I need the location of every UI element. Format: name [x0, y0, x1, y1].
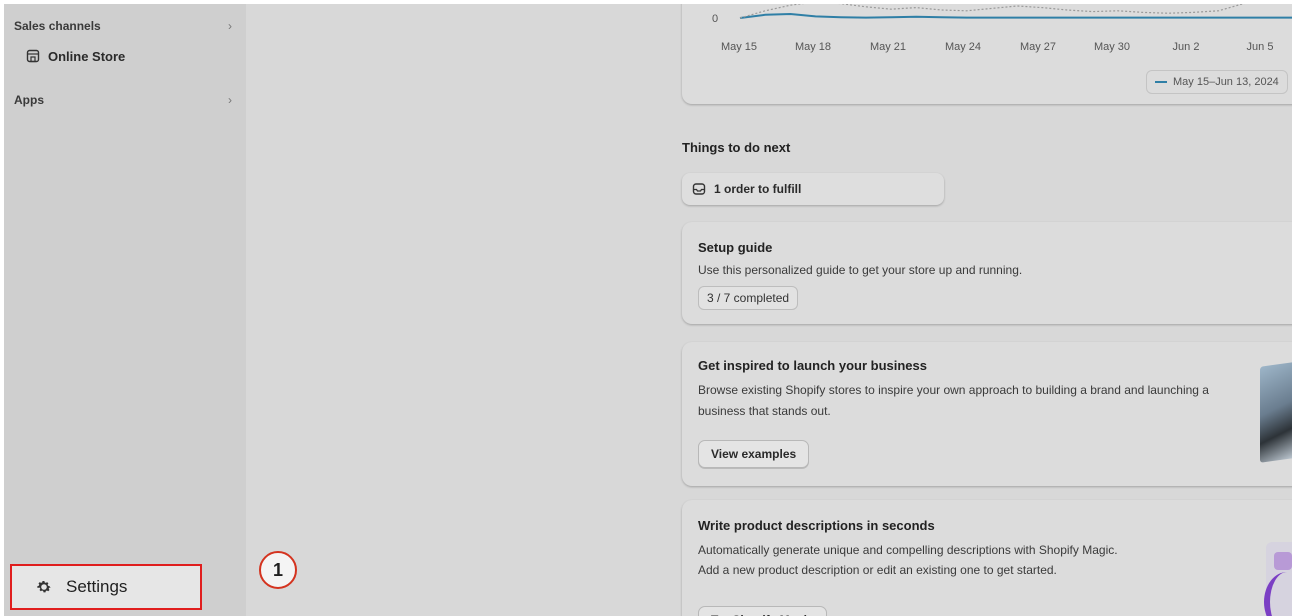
x-tick-label: May 18 — [795, 41, 831, 53]
setup-guide-card[interactable]: Setup guide Use this personalized guide … — [682, 222, 1292, 324]
sales-chart: 0 May 15 May 18 May 21 May 24 May 27 May 30 Jun… — [712, 4, 1292, 53]
things-to-do-title: Things to do next — [682, 140, 791, 155]
shopify-magic-image — [1264, 542, 1292, 616]
gear-icon — [37, 581, 51, 593]
x-tick-label: May 24 — [945, 41, 981, 53]
magic-title: Write product descriptions in seconds — [698, 518, 935, 533]
shopify-magic-card: Write product descriptions in seconds Au… — [682, 500, 1292, 616]
view-examples-button[interactable]: View examples — [698, 440, 810, 468]
setup-guide-description: Use this personalized guide to get your … — [698, 263, 1023, 277]
setup-guide-title: Setup guide — [698, 240, 773, 255]
app-frame: Sales channels › Online Store Apps › Set… — [4, 4, 1292, 616]
setup-progress-badge: 3 / 7 completed — [698, 286, 799, 310]
x-tick-label: May 27 — [1020, 41, 1056, 53]
orders-to-fulfill-button[interactable]: 1 order to fulfill — [682, 173, 944, 205]
x-tick-label: May 15 — [721, 41, 757, 53]
inspire-title: Get inspired to launch your business — [698, 358, 927, 373]
x-tick-label: May 30 — [1094, 41, 1130, 53]
try-shopify-magic-button[interactable]: Try Shopify Magic — [698, 606, 827, 616]
magic-description-line-1: Automatically generate unique and compel… — [698, 543, 1118, 557]
x-tick-label: Jun 2 — [1173, 41, 1200, 53]
step-marker: 1 — [259, 551, 297, 589]
magic-description-line-2: Add a new product description or edit an… — [698, 563, 1057, 577]
settings-button[interactable]: Settings — [10, 564, 202, 610]
x-tick-label: Jun 5 — [1247, 41, 1274, 53]
y-tick-label: 0 — [712, 13, 718, 25]
settings-label: Settings — [66, 577, 128, 596]
inspire-description: Browse existing Shopify stores to inspir… — [698, 383, 1209, 418]
orders-to-fulfill-label: 1 order to fulfill — [714, 182, 802, 196]
legend-label: May 15–Jun 13, 2024 — [1173, 76, 1279, 88]
inbox-icon — [692, 183, 706, 195]
decorative-arc — [1264, 572, 1292, 616]
legend-swatch — [1155, 81, 1167, 83]
x-tick-label: May 21 — [870, 41, 906, 53]
inspire-card: Get inspired to launch your business Bro… — [682, 342, 1292, 486]
chart-legend[interactable]: May 15–Jun 13, 2024 — [1146, 70, 1288, 94]
sparkle-icon — [1274, 552, 1292, 570]
current-series-line — [739, 12, 1292, 19]
store-examples-image — [1260, 361, 1292, 463]
